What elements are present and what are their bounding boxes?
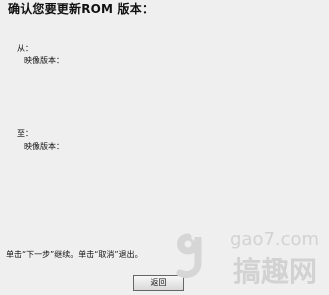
instruction-text: 单击“下一步”继续。单击“取消”退出。 (6, 250, 143, 259)
watermark: gao7.com 搞趣网 (176, 229, 319, 288)
watermark-logo-icon (176, 233, 202, 279)
watermark-site-text: gao7.com (230, 229, 319, 250)
watermark-brand-text: 搞趣网 (233, 255, 317, 288)
to-image-version-label: 映像版本： (24, 142, 64, 151)
to-label: 至： (17, 129, 33, 138)
back-button[interactable]: 返回 (133, 275, 184, 291)
page-title: 确认您要更新ROM 版本： (8, 2, 155, 16)
from-image-version-label: 映像版本： (24, 56, 64, 65)
from-label: 从： (17, 44, 33, 53)
